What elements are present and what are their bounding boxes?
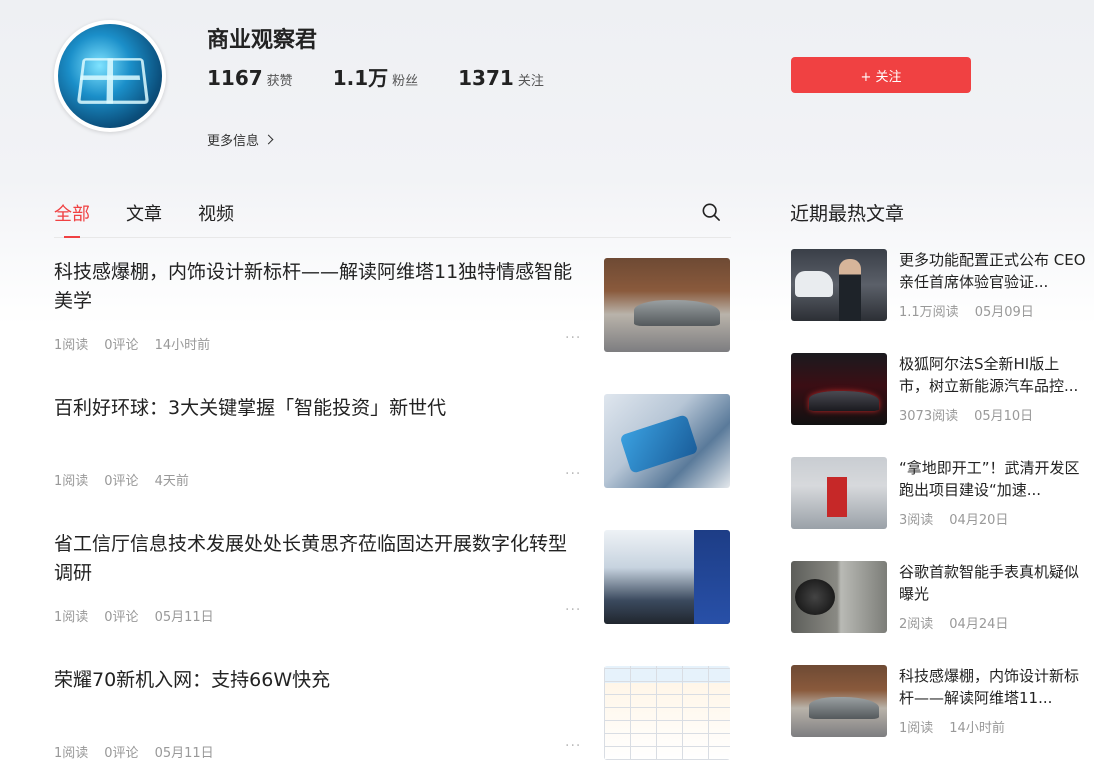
comment-count: 0评论: [104, 610, 139, 625]
hot-article-title[interactable]: 科技感爆棚，内饰设计新标杆——解读阿维塔11...: [899, 665, 1089, 709]
more-info-link[interactable]: 更多信息: [207, 130, 274, 149]
read-count: 1阅读: [54, 610, 89, 625]
avatar[interactable]: [54, 20, 166, 132]
read-count: 1阅读: [54, 474, 89, 489]
feed-item-thumbnail[interactable]: [604, 394, 730, 488]
hot-article-meta: 3阅读 04月20日: [899, 509, 1024, 528]
feed-item[interactable]: 百利好环球：3大关键掌握「智能投资」新世代 1阅读 0评论 4天前 ···: [54, 394, 731, 489]
avatar-logo-icon: [76, 58, 150, 104]
publish-date: 05月09日: [974, 305, 1034, 320]
avatar-image: [58, 24, 162, 128]
hot-article-title[interactable]: 极狐阿尔法S全新HI版上市，树立新能源汽车品控...: [899, 353, 1089, 397]
comment-count: 0评论: [104, 746, 139, 761]
feed-item-title[interactable]: 科技感爆棚，内饰设计新标杆——解读阿维塔11独特情感智能美学: [54, 258, 584, 316]
profile-name: 商业观察君: [207, 28, 318, 53]
hot-article-item[interactable]: 极狐阿尔法S全新HI版上市，树立新能源汽车品控... 3073阅读 05月10日: [791, 353, 1091, 425]
tab-all[interactable]: 全部: [54, 200, 90, 238]
read-count: 2阅读: [899, 617, 934, 632]
feed-item-meta: 1阅读 0评论 14小时前: [54, 334, 226, 353]
hot-article-thumbnail[interactable]: [791, 665, 887, 737]
read-count: 1.1万阅读: [899, 305, 959, 320]
publish-time: 05月11日: [154, 610, 214, 625]
feed-item[interactable]: 荣耀70新机入网：支持66W快充 1阅读 0评论 05月11日 ···: [54, 666, 731, 761]
stat-label: 关注: [517, 74, 544, 89]
hot-article-meta: 1阅读 14小时前: [899, 717, 1021, 736]
comment-count: 0评论: [104, 474, 139, 489]
hot-article-meta: 1.1万阅读 05月09日: [899, 301, 1050, 320]
content-tabs: 全部 文章 视频: [54, 200, 731, 238]
hot-article-meta: 3073阅读 05月10日: [899, 405, 1049, 424]
feed-item-title[interactable]: 百利好环球：3大关键掌握「智能投资」新世代: [54, 394, 584, 423]
feed-item-meta: 1阅读 0评论 4天前: [54, 470, 205, 489]
hot-article-thumbnail[interactable]: [791, 561, 887, 633]
search-icon[interactable]: [702, 203, 720, 221]
feed-item-title[interactable]: 省工信厅信息技术发展处处长黄思齐莅临固达开展数字化转型调研: [54, 530, 584, 588]
publish-date: 14小时前: [949, 721, 1005, 736]
stat-value: 1167: [207, 66, 263, 90]
feed-item[interactable]: 省工信厅信息技术发展处处长黄思齐莅临固达开展数字化转型调研 1阅读 0评论 05…: [54, 530, 731, 625]
more-options-icon[interactable]: ···: [565, 330, 581, 346]
feed-item-title[interactable]: 荣耀70新机入网：支持66W快充: [54, 666, 584, 695]
publish-time: 4天前: [154, 474, 189, 489]
feed-item-meta: 1阅读 0评论 05月11日: [54, 742, 230, 761]
comment-count: 0评论: [104, 338, 139, 353]
read-count: 3073阅读: [899, 409, 959, 424]
feed-item[interactable]: 科技感爆棚，内饰设计新标杆——解读阿维塔11独特情感智能美学 1阅读 0评论 1…: [54, 258, 731, 353]
publish-date: 04月24日: [949, 617, 1009, 632]
feed-item-thumbnail[interactable]: [604, 530, 730, 624]
feed-item-thumbnail[interactable]: [604, 666, 730, 760]
read-count: 1阅读: [899, 721, 934, 736]
feed-item-thumbnail[interactable]: [604, 258, 730, 352]
hot-article-meta: 2阅读 04月24日: [899, 613, 1024, 632]
tab-videos[interactable]: 视频: [198, 200, 234, 237]
stat-likes: 1167 获赞: [207, 66, 293, 90]
more-options-icon[interactable]: ···: [565, 466, 581, 482]
stat-label: 获赞: [266, 74, 293, 89]
hot-article-thumbnail[interactable]: [791, 249, 887, 321]
page: 商业观察君 1167 获赞 1.1万 粉丝 1371 关注 更多信息 + 关注 …: [0, 0, 1094, 761]
hot-article-item[interactable]: “拿地即开工”！武清开发区跑出项目建设“加速... 3阅读 04月20日: [791, 457, 1091, 529]
more-options-icon[interactable]: ···: [565, 738, 581, 754]
read-count: 1阅读: [54, 338, 89, 353]
chevron-right-icon: [263, 134, 274, 145]
hot-article-thumbnail[interactable]: [791, 353, 887, 425]
stat-value: 1371: [458, 66, 514, 90]
sidebar-title: 近期最热文章: [790, 203, 905, 225]
stat-fans[interactable]: 1.1万 粉丝: [333, 62, 418, 91]
hot-article-item[interactable]: 更多功能配置正式公布 CEO亲任首席体验官验证... 1.1万阅读 05月09日: [791, 249, 1091, 321]
hot-article-title[interactable]: “拿地即开工”！武清开发区跑出项目建设“加速...: [899, 457, 1089, 501]
publish-date: 05月10日: [974, 409, 1034, 424]
tab-articles[interactable]: 文章: [126, 200, 162, 237]
hot-article-title[interactable]: 谷歌首款智能手表真机疑似曝光: [899, 561, 1089, 605]
read-count: 3阅读: [899, 513, 934, 528]
stat-following[interactable]: 1371 关注: [458, 66, 544, 90]
more-options-icon[interactable]: ···: [565, 602, 581, 618]
feed-item-meta: 1阅读 0评论 05月11日: [54, 606, 230, 625]
more-info-label: 更多信息: [207, 134, 260, 149]
publish-time: 14小时前: [154, 338, 211, 353]
hot-article-title[interactable]: 更多功能配置正式公布 CEO亲任首席体验官验证...: [899, 249, 1089, 293]
follow-button[interactable]: + 关注: [791, 57, 971, 93]
hot-article-item[interactable]: 科技感爆棚，内饰设计新标杆——解读阿维塔11... 1阅读 14小时前: [791, 665, 1091, 737]
publish-time: 05月11日: [154, 746, 214, 761]
stat-value: 1.1万: [332, 66, 389, 90]
profile-stats: 1167 获赞 1.1万 粉丝 1371 关注: [207, 62, 584, 91]
hot-article-thumbnail[interactable]: [791, 457, 887, 529]
stat-label: 粉丝: [392, 74, 419, 89]
read-count: 1阅读: [54, 746, 89, 761]
hot-article-item[interactable]: 谷歌首款智能手表真机疑似曝光 2阅读 04月24日: [791, 561, 1091, 633]
publish-date: 04月20日: [949, 513, 1009, 528]
